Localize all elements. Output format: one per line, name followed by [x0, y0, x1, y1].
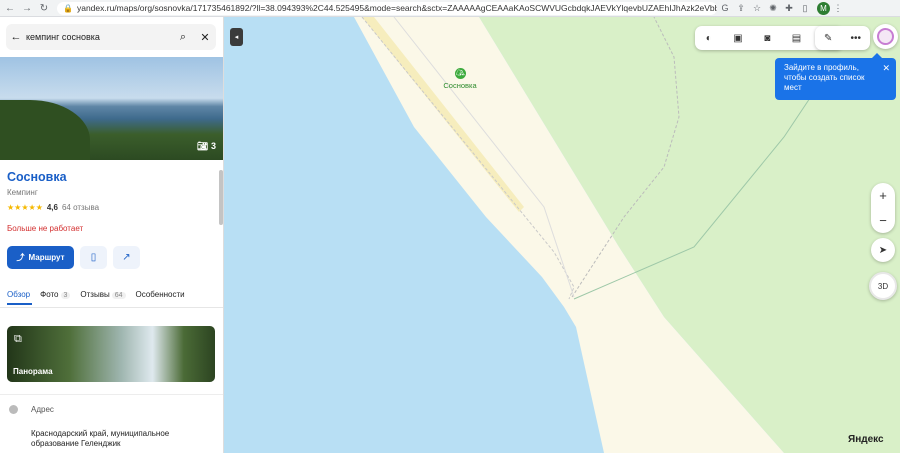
- search-icon[interactable]: ⌕: [172, 31, 194, 44]
- profile-avatar[interactable]: [873, 24, 898, 49]
- sidebar: ← кемпинг сосновка ⌕ ✕ 📷︎ 3 Сосновка Кем…: [0, 17, 224, 453]
- search-query[interactable]: кемпинг сосновка: [26, 32, 172, 42]
- profile-tooltip-text: Зайдите в профиль, чтобы создать список …: [784, 63, 865, 92]
- forward-icon[interactable]: →: [20, 3, 34, 14]
- navigation-arrow-icon: ➤: [878, 244, 888, 256]
- menu-dots-icon[interactable]: ⋮: [830, 3, 846, 14]
- bookmark-icon: ▯: [90, 252, 97, 263]
- panorama-icon: ⧉: [14, 333, 22, 345]
- reload-icon[interactable]: ↻: [37, 3, 51, 14]
- puzzle-icon[interactable]: ✚: [781, 3, 797, 14]
- status-text: Больше не работает: [7, 224, 84, 233]
- active-tab-indicator: [7, 303, 32, 305]
- share-icon[interactable]: ⇪: [733, 3, 749, 14]
- reviews-link[interactable]: 64 отзыва: [62, 203, 99, 212]
- panorama-label: Панорама: [13, 367, 53, 376]
- profile-avatar-ring: [877, 28, 894, 45]
- rating-value: 4,6: [46, 203, 58, 212]
- sidebar-scrollbar[interactable]: [219, 170, 223, 225]
- tab-features[interactable]: Особенности: [136, 290, 185, 299]
- place-category: Кемпинг: [7, 188, 38, 197]
- map-book-icon[interactable]: ▣: [733, 33, 742, 44]
- place-title[interactable]: Сосновка: [7, 170, 67, 184]
- bookmark-star-icon[interactable]: ☆: [749, 3, 765, 14]
- camping-icon: ⛺︎: [454, 68, 466, 79]
- tab-photos[interactable]: Фото 3: [40, 290, 71, 299]
- tab-overview-label: Обзор: [7, 290, 31, 299]
- yandex-logo[interactable]: Яндекс: [848, 434, 884, 445]
- address-text: Краснодарский край, муниципальное образо…: [31, 429, 170, 448]
- close-icon[interactable]: ✕: [882, 63, 890, 73]
- tab-overview[interactable]: Обзор: [7, 290, 30, 299]
- map-tools-toolbar: ✎ •••: [815, 26, 870, 50]
- poi-label: Сосновка: [443, 81, 477, 90]
- more-icon[interactable]: •••: [850, 33, 861, 44]
- place-tabs: Обзор Фото 3 Отзывы 64 Особенности: [7, 290, 195, 299]
- photo-count[interactable]: 📷︎ 3: [197, 141, 216, 152]
- back-icon[interactable]: ←: [3, 3, 17, 14]
- tabs-divider: [0, 307, 223, 308]
- photo-count-value: 3: [210, 141, 216, 151]
- route-label: Маршрут: [28, 253, 65, 262]
- poi-marker[interactable]: ⛺︎ Сосновка: [440, 68, 480, 90]
- tab-reviews-count: 64: [111, 292, 126, 299]
- place-photo[interactable]: 📷︎ 3: [0, 57, 223, 160]
- section-divider: [0, 394, 223, 395]
- zoom-in-icon[interactable]: +: [879, 188, 887, 203]
- browser-toolbar: ← → ↻ 🔒 yandex.ru/maps/org/sosnovka/1717…: [0, 0, 900, 17]
- share-icon: ↗: [122, 252, 131, 263]
- share-button[interactable]: ↗: [113, 246, 140, 269]
- zoom-control: + −: [871, 183, 895, 233]
- route-icon: ⤴: [16, 253, 25, 262]
- place-rating: ★★★★★ 4,6 64 отзыва: [7, 203, 99, 212]
- camera-icon: 📷︎: [197, 141, 209, 151]
- tab-features-label: Особенности: [135, 290, 185, 299]
- collapse-sidebar-button[interactable]: ◂: [230, 28, 243, 46]
- locate-button[interactable]: ➤: [871, 238, 895, 262]
- sidebar-icon[interactable]: ▯: [797, 3, 813, 14]
- view-3d-button[interactable]: 3D: [869, 272, 897, 300]
- tab-photos-label: Фото: [40, 290, 59, 299]
- bookmark-button[interactable]: ▯: [80, 246, 107, 269]
- camera-icon[interactable]: ◙: [764, 33, 770, 44]
- address-label: Адрес: [31, 405, 54, 414]
- close-icon[interactable]: ✕: [194, 31, 216, 44]
- panorama-card[interactable]: ⧉ Панорама: [7, 326, 215, 382]
- lock-icon: 🔒: [63, 3, 73, 13]
- browser-profile-avatar[interactable]: M: [817, 1, 830, 15]
- tab-reviews[interactable]: Отзывы 64: [80, 290, 126, 299]
- location-pin-icon: [9, 405, 18, 414]
- tab-reviews-label: Отзывы: [80, 290, 110, 299]
- search-input[interactable]: ← кемпинг сосновка ⌕ ✕: [6, 24, 216, 50]
- layers-icon[interactable]: ◐: [706, 33, 712, 44]
- extension-icon[interactable]: ✺: [765, 3, 781, 14]
- route-button[interactable]: ⤴ Маршрут: [7, 246, 74, 269]
- bus-icon[interactable]: ▤: [792, 33, 801, 44]
- tab-photos-count: 3: [60, 292, 71, 299]
- zoom-out-icon[interactable]: −: [879, 213, 887, 228]
- rating-stars: ★★★★★: [7, 203, 43, 212]
- url-text: yandex.ru/maps/org/sosnovka/171735461892…: [76, 3, 717, 13]
- ruler-icon[interactable]: ✎: [824, 33, 832, 44]
- photo-hill: [0, 100, 90, 160]
- back-arrow-icon[interactable]: ←: [6, 31, 26, 43]
- google-icon[interactable]: G: [717, 3, 733, 13]
- address-bar[interactable]: 🔒 yandex.ru/maps/org/sosnovka/1717354618…: [57, 1, 717, 15]
- profile-tooltip: Зайдите в профиль, чтобы создать список …: [775, 53, 896, 100]
